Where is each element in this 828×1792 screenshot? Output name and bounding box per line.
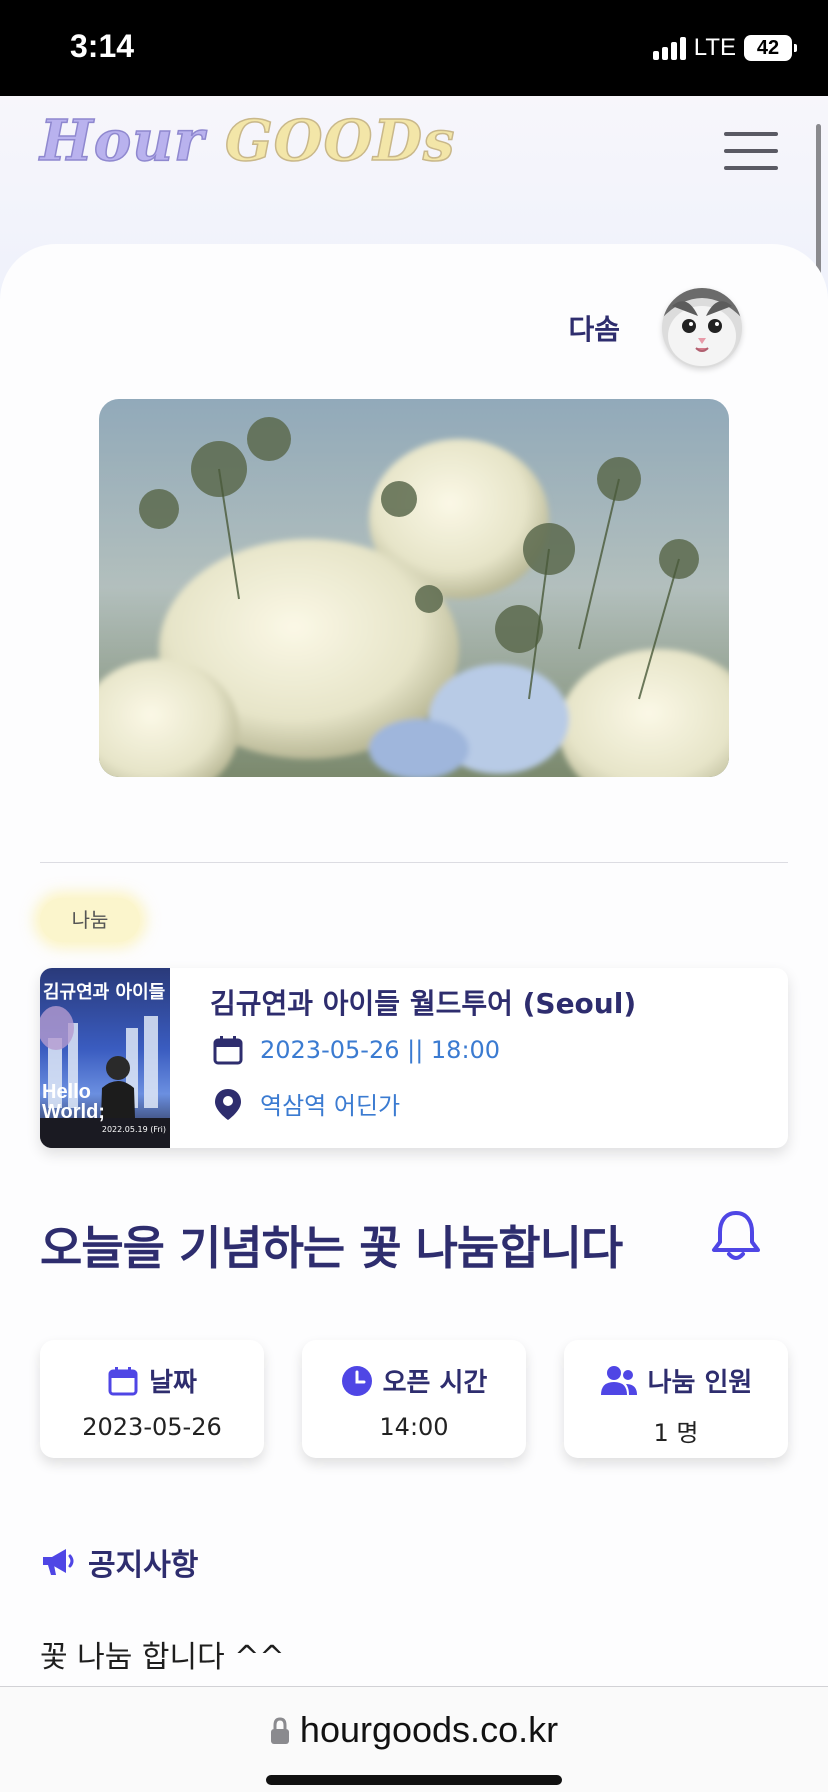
event-date-row: 2023-05-26 || 18:00 <box>212 1034 500 1066</box>
info-date-box: 날짜 2023-05-26 <box>40 1340 264 1458</box>
home-indicator[interactable] <box>266 1775 562 1785</box>
info-people-value: 1 명 <box>653 1419 699 1447</box>
main-card: 다솜 나눔 김규연과 아이들 Hello World; 2022.05.19 (… <box>0 244 828 1694</box>
calendar-icon <box>213 1036 243 1065</box>
event-place-row: 역삼역 어딘가 <box>212 1086 400 1121</box>
divider <box>40 862 788 863</box>
event-card[interactable]: 김규연과 아이들 Hello World; 2022.05.19 (Fri) 김… <box>40 968 788 1148</box>
status-indicators: LTE 42 <box>652 34 797 62</box>
clock-icon <box>341 1365 372 1396</box>
battery-icon: 42 <box>744 35 797 61</box>
logo-text-goods: GOODs <box>224 107 456 175</box>
thumbnail-title: 김규연과 아이들 <box>43 982 166 1003</box>
author-name[interactable]: 다솜 <box>568 308 620 348</box>
notice-body: 꽃 나눔 합니다 ^^ <box>40 1640 285 1675</box>
info-time-box: 오픈 시간 14:00 <box>302 1340 526 1458</box>
info-date-label: 날짜 <box>149 1368 197 1398</box>
post-title: 오늘을 기념하는 꽃 나눔합니다 <box>40 1221 623 1275</box>
flower-photo <box>99 399 729 777</box>
thumbnail-date: 2022.05.19 (Fri) <box>101 1125 166 1134</box>
category-chip[interactable]: 나눔 <box>40 898 140 942</box>
cat-avatar-image <box>662 288 742 368</box>
notice-header: 공지사항 <box>40 1540 198 1584</box>
event-thumbnail: 김규연과 아이들 Hello World; 2022.05.19 (Fri) <box>40 968 170 1148</box>
lock-icon <box>270 1717 289 1744</box>
event-datetime: 2023-05-26 || 18:00 <box>260 1036 501 1064</box>
event-title: 김규연과 아이들 월드투어 (Seoul) <box>210 987 637 1020</box>
url-text: hourgoods.co.kr <box>299 1709 559 1750</box>
status-time: 3:14 <box>70 28 135 64</box>
location-pin-icon <box>215 1088 241 1120</box>
hero-image <box>99 399 729 777</box>
url-display[interactable]: hourgoods.co.kr <box>0 1709 828 1751</box>
info-date-value: 2023-05-26 <box>82 1413 222 1441</box>
info-time-value: 14:00 <box>379 1413 449 1441</box>
info-time-label: 오픈 시간 <box>382 1368 488 1398</box>
signal-icon <box>652 36 686 60</box>
event-place: 역삼역 어딘가 <box>260 1092 401 1120</box>
notice-title: 공지사항 <box>88 1548 199 1583</box>
hamburger-menu-icon[interactable] <box>724 132 778 172</box>
network-type: LTE <box>693 34 736 61</box>
browser-address-bar[interactable]: hourgoods.co.kr <box>0 1686 828 1792</box>
megaphone-icon <box>43 1549 74 1575</box>
users-icon <box>600 1365 637 1395</box>
info-people-label: 나눔 인원 <box>647 1368 753 1398</box>
info-people-box: 나눔 인원 1 명 <box>564 1340 788 1458</box>
calendar-icon <box>108 1366 138 1395</box>
logo-text-hour: Hour <box>39 107 205 175</box>
bell-icon[interactable] <box>710 1208 762 1268</box>
avatar[interactable] <box>662 288 742 368</box>
logo[interactable]: Hour GOODs <box>39 107 456 175</box>
status-bar: 3:14 LTE 42 <box>0 0 828 96</box>
thumbnail-hello: Hello World; <box>42 1081 105 1123</box>
